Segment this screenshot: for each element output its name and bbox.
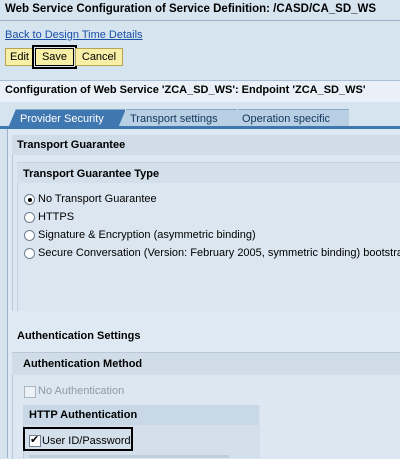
radio-button[interactable] xyxy=(24,212,35,223)
authentication-method-title: Authentication Method xyxy=(23,358,143,370)
radio-label: Signature & Encryption (asymmetric bindi… xyxy=(38,229,256,241)
radio-label: Secure Conversation (Version: February 2… xyxy=(38,247,400,259)
radio-button[interactable] xyxy=(24,230,35,241)
radio-button-selected[interactable] xyxy=(24,194,35,205)
radio-button[interactable] xyxy=(24,248,35,259)
edit-button[interactable]: Edit xyxy=(5,48,34,66)
back-to-design-time-link[interactable]: Back to Design Time Details xyxy=(5,29,143,41)
section-title: Configuration of Web Service 'ZCA_SD_WS'… xyxy=(5,84,366,96)
cancel-button[interactable]: Cancel xyxy=(75,48,123,66)
page-title: Web Service Configuration of Service Def… xyxy=(5,3,377,15)
radio-label: No Transport Guarantee xyxy=(38,193,157,205)
divider xyxy=(0,20,400,21)
transport-guarantee-title: Transport Guarantee xyxy=(17,139,126,151)
user-id-password-label: User ID/Password xyxy=(42,435,131,447)
transport-guarantee-type-title: Transport Guarantee Type xyxy=(23,168,160,180)
authentication-settings-title: Authentication Settings xyxy=(17,330,141,342)
no-authentication-checkbox xyxy=(24,386,36,398)
no-authentication-label: No Authentication xyxy=(38,385,125,397)
http-authentication-title: HTTP Authentication xyxy=(29,409,138,421)
no-authentication-row: No Authentication xyxy=(24,385,144,399)
radio-label: HTTPS xyxy=(38,211,75,223)
save-button[interactable]: Save xyxy=(32,45,77,69)
user-id-password-checkbox[interactable] xyxy=(29,433,41,447)
